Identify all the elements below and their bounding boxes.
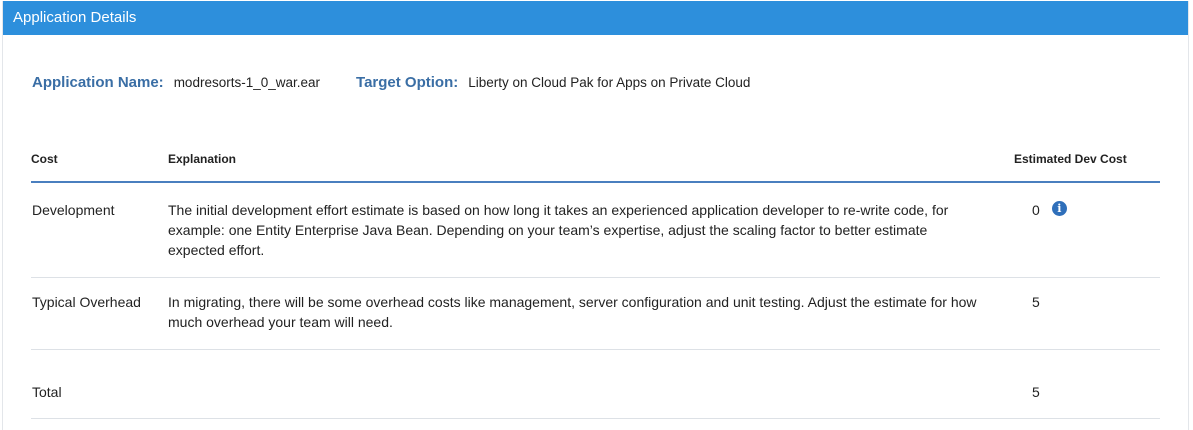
column-header-cost: Cost	[31, 137, 168, 183]
explanation-cell: The initial development effort estimate …	[168, 182, 1008, 278]
info-icon[interactable]: i	[1051, 200, 1067, 216]
target-option-value: Liberty on Cloud Pak for Apps on Private…	[468, 74, 751, 90]
application-name-value: modresorts-1_0_war.ear	[173, 74, 321, 90]
explanation-cell	[168, 349, 1008, 419]
table-header-row: Cost Explanation Estimated Dev Cost	[31, 137, 1160, 183]
table-row-total: Total 5	[31, 349, 1160, 419]
panel-title: Application Details	[13, 9, 137, 26]
application-details-panel: Application Details Application Name: mo…	[2, 1, 1189, 430]
estimate-value: 5	[1032, 293, 1040, 310]
column-header-estimated-dev-cost: Estimated Dev Cost	[1008, 137, 1160, 183]
table-row: Development The initial development effo…	[31, 182, 1160, 278]
table-row: Typical Overhead In migrating, there wil…	[31, 277, 1160, 350]
estimate-cell: 0 i	[1008, 182, 1160, 278]
cost-table: Cost Explanation Estimated Dev Cost Deve…	[31, 137, 1160, 419]
target-option-label: Target Option:	[356, 73, 459, 91]
cost-cell: Development	[31, 182, 168, 278]
cost-cell: Typical Overhead	[31, 277, 168, 350]
estimate-cell: 5	[1008, 349, 1160, 419]
column-header-explanation: Explanation	[168, 137, 1008, 183]
application-info: Application Name: modresorts-1_0_war.ear…	[32, 71, 750, 93]
panel-header: Application Details	[3, 1, 1188, 35]
estimate-value: 0	[1032, 202, 1040, 218]
total-value: 5	[1032, 383, 1040, 400]
total-label: Total	[31, 349, 168, 419]
application-name-label: Application Name:	[32, 73, 164, 91]
explanation-cell: In migrating, there will be some overhea…	[168, 277, 1008, 350]
estimate-cell: 5	[1008, 277, 1160, 350]
